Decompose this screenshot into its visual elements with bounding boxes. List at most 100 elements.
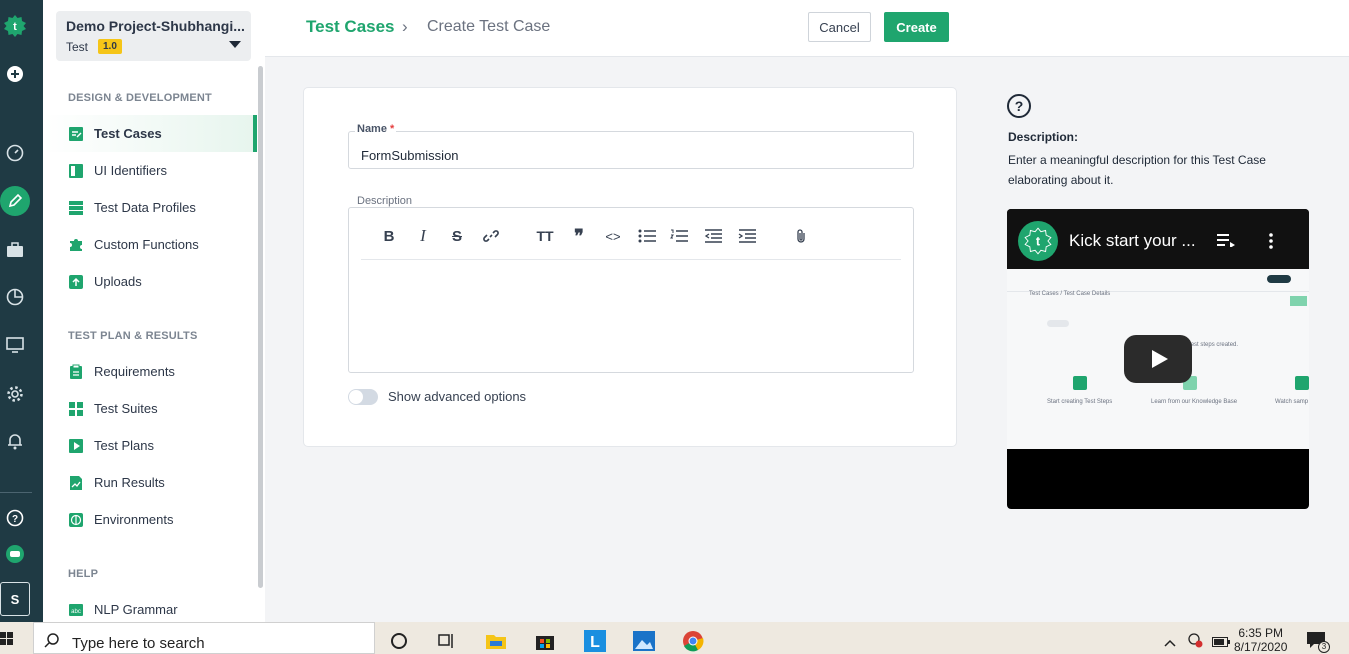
nav-custom-functions[interactable]: Custom Functions	[43, 226, 257, 263]
heading-icon[interactable]: TT	[535, 226, 555, 246]
play-icon	[68, 438, 84, 454]
monitor-icon[interactable]	[5, 335, 25, 355]
bold-icon[interactable]: B	[379, 226, 399, 246]
chrome-icon[interactable]	[682, 630, 704, 652]
nav-label: Test Suites	[94, 401, 158, 416]
bell-icon[interactable]	[5, 431, 25, 451]
nav-run-results[interactable]: Run Results	[43, 464, 257, 501]
ui-identifiers-icon	[68, 163, 84, 179]
clipboard-icon	[68, 364, 84, 380]
nav-label: Requirements	[94, 364, 175, 379]
italic-icon[interactable]: I	[413, 226, 433, 246]
nav-label: UI Identifiers	[94, 163, 167, 178]
project-selector[interactable]: Demo Project-Shubhangi... Test 1.0	[56, 11, 251, 61]
clock-time: 6:35 PM	[1238, 626, 1284, 640]
channel-logo-icon: t	[1018, 221, 1058, 261]
frame-breadcrumb: Test Cases / Test Case Details	[1029, 291, 1111, 297]
taskbar-clock[interactable]: 6:35 PM 8/17/2020	[1234, 626, 1287, 654]
nav-label: Test Cases	[94, 126, 162, 141]
bullet-list-icon[interactable]	[637, 226, 657, 246]
results-icon	[68, 475, 84, 491]
notification-count-badge: 3	[1318, 641, 1330, 653]
nav-label: Test Data Profiles	[94, 200, 196, 215]
more-options-icon[interactable]	[1269, 233, 1273, 254]
attachment-icon[interactable]	[791, 226, 811, 246]
name-field-label: Name *	[355, 123, 397, 135]
photos-icon[interactable]	[633, 630, 655, 652]
help-circle-icon[interactable]: ?	[5, 508, 25, 528]
test-data-icon	[68, 200, 84, 216]
windows-start-icon[interactable]	[0, 632, 14, 651]
create-button[interactable]: Create	[884, 12, 949, 42]
nav-label: NLP Grammar	[94, 602, 178, 617]
store-icon[interactable]	[534, 630, 556, 652]
nav-requirements[interactable]: Requirements	[43, 353, 257, 390]
strikethrough-icon[interactable]: S	[447, 226, 467, 246]
version-label: Test	[66, 40, 89, 54]
test-cases-icon	[68, 126, 84, 142]
sidebar-scrollbar[interactable]	[258, 66, 263, 588]
file-explorer-icon[interactable]	[485, 630, 507, 652]
create-test-case-form: Name * B I S TT ❞ <> Description Show ad…	[303, 87, 957, 447]
frame-col1: Start creating Test Steps	[1047, 399, 1113, 405]
nav-test-data-profiles[interactable]: Test Data Profiles	[43, 189, 257, 226]
outdent-icon[interactable]	[703, 226, 723, 246]
add-icon[interactable]	[5, 64, 25, 84]
user-avatar[interactable]: S	[0, 582, 30, 616]
description-editor[interactable]: B I S TT ❞ <>	[348, 207, 914, 373]
indent-icon[interactable]	[737, 226, 757, 246]
briefcase-icon[interactable]	[5, 240, 25, 260]
project-name: Demo Project-Shubhangi...	[66, 18, 245, 34]
frame-button	[1267, 275, 1291, 283]
battery-icon[interactable]	[1212, 634, 1230, 652]
caret-down-icon[interactable]	[229, 41, 241, 48]
playlist-icon[interactable]	[1217, 233, 1235, 252]
show-hidden-icons-chevron[interactable]	[1164, 634, 1176, 652]
nav-label: Run Results	[94, 475, 165, 490]
quote-icon[interactable]: ❞	[569, 226, 589, 246]
nav-test-plans[interactable]: Test Plans	[43, 427, 257, 464]
video-title-bar: t Kick start your ...	[1007, 209, 1309, 269]
breadcrumb-chevron-icon: ›	[402, 17, 408, 36]
chat-icon[interactable]	[5, 544, 25, 564]
nav-environments[interactable]: Environments	[43, 501, 257, 538]
frame-col2: Learn from our Knowledge Base	[1151, 399, 1238, 405]
svg-text:L: L	[590, 634, 600, 651]
breadcrumb-test-cases[interactable]: Test Cases	[306, 17, 395, 37]
numbered-list-icon[interactable]	[669, 226, 689, 246]
settings-gear-icon[interactable]	[5, 384, 25, 404]
taskbar-search[interactable]: Type here to search	[33, 622, 375, 654]
page-header: Test Cases › Create Test Case Cancel Cre…	[265, 0, 1349, 57]
frame-video-icon	[1295, 376, 1309, 390]
link-icon[interactable]	[481, 226, 501, 246]
help-question-icon: ?	[1007, 94, 1031, 118]
dashboard-icon[interactable]	[5, 143, 25, 163]
pie-chart-icon[interactable]	[5, 287, 25, 307]
code-icon[interactable]: <>	[603, 226, 623, 246]
side-navigation: Demo Project-Shubhangi... Test 1.0 DESIG…	[43, 0, 265, 622]
name-input[interactable]	[348, 131, 914, 169]
help-text: Enter a meaningful description for this …	[1008, 153, 1266, 187]
nav-ui-identifiers[interactable]: UI Identifiers	[43, 152, 257, 189]
svg-text:abc: abc	[71, 609, 81, 615]
nav-test-cases[interactable]: Test Cases	[43, 115, 257, 152]
network-error-icon[interactable]	[1187, 632, 1203, 653]
play-button[interactable]	[1124, 335, 1192, 383]
nav-test-suites[interactable]: Test Suites	[43, 390, 257, 427]
advanced-options-toggle[interactable]	[348, 389, 378, 405]
puzzle-icon	[68, 237, 84, 253]
task-view-icon[interactable]	[436, 630, 458, 652]
frame-col3: Watch samp	[1275, 399, 1309, 405]
icon-rail: t ? S	[0, 0, 43, 622]
cortana-icon[interactable]	[388, 630, 410, 652]
frame-add-icon	[1073, 376, 1087, 390]
search-icon	[44, 632, 60, 653]
cancel-button[interactable]: Cancel	[808, 12, 871, 42]
testsigma-logo-icon[interactable]: t	[3, 14, 27, 38]
svg-text:t: t	[13, 21, 17, 33]
l-app-icon[interactable]: L	[584, 630, 606, 652]
nav-uploads[interactable]: Uploads	[43, 263, 257, 300]
edit-icon[interactable]	[0, 186, 30, 216]
section-test-plan-results: TEST PLAN & RESULTS	[68, 330, 198, 342]
tutorial-video-player[interactable]: t Kick start your ... Test Cases / Test …	[1007, 209, 1309, 509]
